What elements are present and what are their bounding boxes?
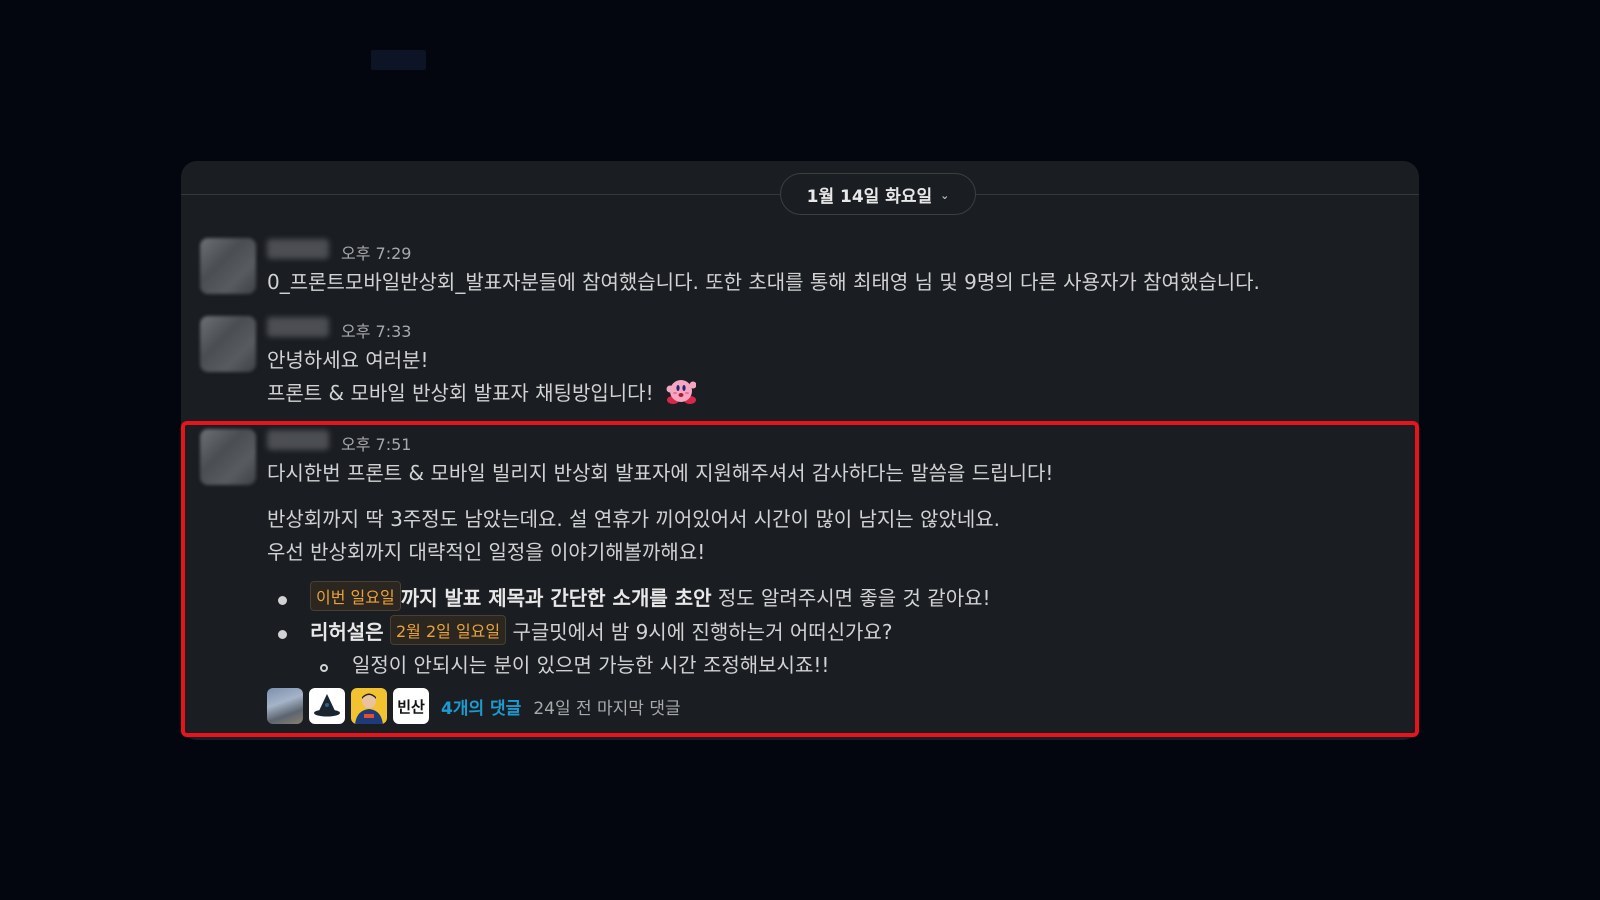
bullet-item-1: 이번 일요일 까지 발표 제목과 간단한 소개를 초안 정도 알려주시면 좋을 것… xyxy=(310,581,991,611)
bullet-text: 정도 알려주시면 좋을 것 같아요! xyxy=(711,586,991,610)
sender-name-redacted[interactable] xyxy=(267,239,329,259)
reply-avatar[interactable] xyxy=(309,688,345,724)
message-text: 우선 반상회까지 대략적인 일정을 이야기해볼까해요! xyxy=(267,540,706,564)
date-chip[interactable]: 이번 일요일 xyxy=(310,581,401,611)
thread-last-reply: 24일 전 마지막 댓글 xyxy=(533,698,681,719)
chevron-down-icon: ⌄ xyxy=(940,188,950,202)
thread-summary[interactable]: 빈산 4개의 댓글 24일 전 마지막 댓글 xyxy=(267,688,681,724)
thread-reply-count-link[interactable]: 4개의 댓글 xyxy=(441,694,521,719)
reply-avatar[interactable] xyxy=(351,688,387,724)
message-text: 안녕하세요 여러분! xyxy=(267,348,429,372)
message-timestamp[interactable]: 오후 7:51 xyxy=(341,431,411,455)
reply-avatar[interactable] xyxy=(267,688,303,724)
sender-name-redacted[interactable] xyxy=(267,317,329,337)
bullet-text: 구글밋에서 밤 9시에 진행하는거 어떠신가요? xyxy=(506,620,893,644)
avatar[interactable] xyxy=(200,238,256,294)
sub-bullet-text: 일정이 안되시는 분이 있으면 가능한 시간 조정해보시죠!! xyxy=(352,653,830,677)
date-divider-label: 1월 14일 화요일 xyxy=(806,186,933,207)
avatar[interactable] xyxy=(200,429,256,485)
message-panel: 1월 14일 화요일 ⌄ 오후 7:29 0_프론트모바일반상회_발표자분들에 … xyxy=(181,161,1419,740)
message-text: 다시한번 프론트 & 모바일 빌리지 반상회 발표자에 지원해주셔서 감사하다는… xyxy=(267,461,1054,485)
kirby-emoji-icon xyxy=(666,380,696,404)
bold-text: 리허설은 xyxy=(310,620,384,644)
person-photo-icon xyxy=(355,693,383,724)
message-timestamp[interactable]: 오후 7:33 xyxy=(341,318,411,342)
bullet-item-2: 리허설은 2월 2일 일요일 구글밋에서 밤 9시에 진행하는거 어떠신가요? xyxy=(310,615,892,645)
bullet-point xyxy=(278,630,287,639)
bold-text: 까지 발표 제목과 간단한 소개를 초안 xyxy=(400,586,712,610)
date-divider-button[interactable]: 1월 14일 화요일 ⌄ xyxy=(780,173,976,215)
reply-avatar[interactable]: 빈산 xyxy=(393,688,429,724)
message-text-line: 프론트 & 모바일 반상회 발표자 채팅방입니다! xyxy=(267,377,696,406)
bullet-point xyxy=(278,596,287,605)
message-text: 0_프론트모바일반상회_발표자분들에 참여했습니다. 또한 초대를 통해 최태영… xyxy=(267,270,1260,294)
redacted-header-block xyxy=(371,50,426,70)
sender-name-redacted[interactable] xyxy=(267,430,329,450)
message-text: 반상회까지 딱 3주정도 남았는데요. 설 연휴가 끼어있어서 시간이 많이 남… xyxy=(267,507,1001,531)
wizard-hat-icon xyxy=(314,694,340,717)
sub-bullet-point xyxy=(320,664,328,672)
date-chip[interactable]: 2월 2일 일요일 xyxy=(389,615,507,645)
avatar[interactable] xyxy=(200,316,256,372)
message-text: 프론트 & 모바일 반상회 발표자 채팅방입니다! xyxy=(267,381,654,405)
message-timestamp[interactable]: 오후 7:29 xyxy=(341,240,411,264)
